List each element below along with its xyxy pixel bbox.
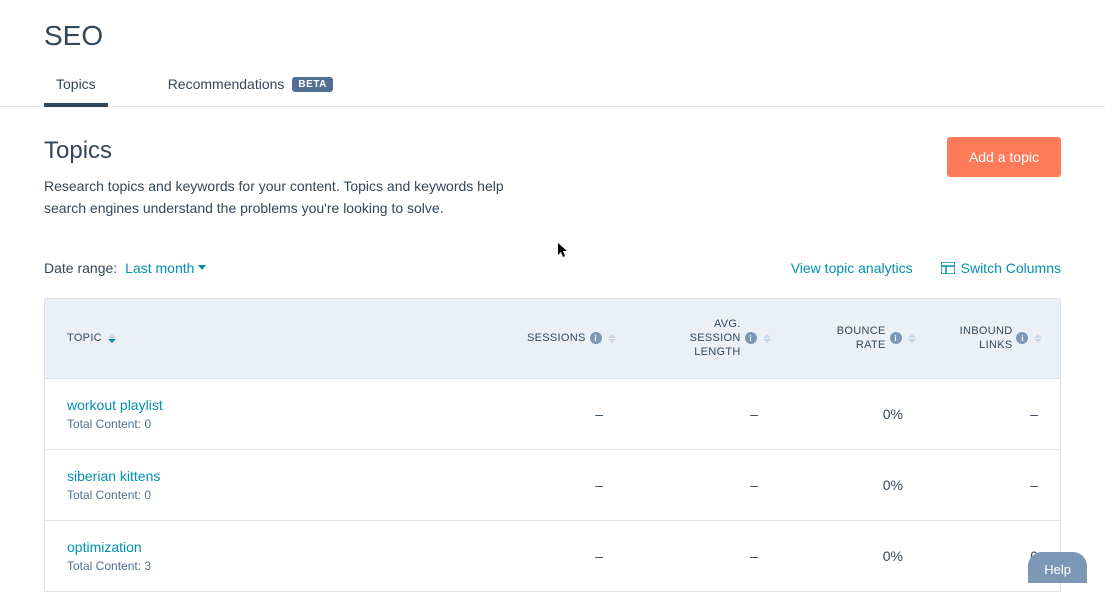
cell-sessions: – bbox=[505, 388, 625, 440]
sort-icon bbox=[908, 334, 916, 343]
date-range: Date range: Last month bbox=[44, 260, 206, 276]
tabs: Topics Recommendations BETA bbox=[0, 76, 1105, 107]
topic-link[interactable]: optimization bbox=[67, 539, 483, 555]
date-range-value: Last month bbox=[125, 260, 194, 276]
table-row: siberian kittens Total Content: 0 – – 0%… bbox=[45, 450, 1060, 521]
column-header-topic-label: TOPIC bbox=[67, 332, 102, 344]
column-header-bounce-rate-label: BOUNCE RATE bbox=[815, 324, 886, 353]
column-header-avg-session[interactable]: AVG. SESSION LENGTH i bbox=[638, 299, 793, 378]
column-header-sessions[interactable]: SESSIONS i bbox=[505, 299, 638, 378]
beta-badge: BETA bbox=[292, 77, 332, 92]
section-title: Topics bbox=[44, 137, 524, 165]
cell-inbound-links: – bbox=[925, 459, 1060, 511]
add-topic-button[interactable]: Add a topic bbox=[947, 137, 1061, 177]
tab-recommendations[interactable]: Recommendations BETA bbox=[156, 76, 345, 106]
cell-avg-session: – bbox=[625, 388, 780, 440]
switch-columns-button[interactable]: Switch Columns bbox=[941, 260, 1061, 276]
tab-topics[interactable]: Topics bbox=[44, 76, 108, 106]
cell-bounce-rate: 0% bbox=[780, 388, 925, 440]
column-header-inbound-links[interactable]: INBOUND LINKS i bbox=[938, 299, 1065, 378]
section-description: Research topics and keywords for your co… bbox=[44, 175, 524, 220]
tab-topics-label: Topics bbox=[56, 76, 96, 92]
column-header-avg-session-label: AVG. SESSION LENGTH bbox=[660, 317, 741, 360]
tab-recommendations-label: Recommendations bbox=[168, 76, 285, 92]
cell-inbound-links: – bbox=[925, 388, 1060, 440]
topic-link[interactable]: workout playlist bbox=[67, 397, 483, 413]
column-header-sessions-label: SESSIONS bbox=[527, 331, 586, 345]
sort-icon bbox=[1034, 334, 1042, 343]
sort-icon bbox=[608, 334, 616, 343]
table-header: TOPIC SESSIONS i AVG. SESSION LENGTH i bbox=[45, 299, 1060, 379]
columns-icon bbox=[941, 262, 955, 274]
help-button[interactable]: Help bbox=[1028, 552, 1087, 583]
column-header-topic[interactable]: TOPIC bbox=[45, 299, 505, 378]
sort-icon bbox=[763, 334, 771, 343]
topic-link[interactable]: siberian kittens bbox=[67, 468, 483, 484]
cell-sessions: – bbox=[505, 530, 625, 582]
table-row: optimization Total Content: 3 – – 0% 0 bbox=[45, 521, 1060, 591]
date-range-label: Date range: bbox=[44, 260, 117, 276]
column-header-inbound-links-label: INBOUND LINKS bbox=[960, 324, 1013, 353]
view-analytics-link[interactable]: View topic analytics bbox=[791, 260, 913, 276]
topic-content-count: Total Content: 3 bbox=[67, 559, 483, 573]
switch-columns-label: Switch Columns bbox=[961, 260, 1061, 276]
topic-content-count: Total Content: 0 bbox=[67, 488, 483, 502]
cell-avg-session: – bbox=[625, 459, 780, 511]
topics-table: TOPIC SESSIONS i AVG. SESSION LENGTH i bbox=[44, 298, 1061, 592]
topic-content-count: Total Content: 0 bbox=[67, 417, 483, 431]
cell-avg-session: – bbox=[625, 530, 780, 582]
info-icon: i bbox=[590, 332, 602, 344]
cell-sessions: – bbox=[505, 459, 625, 511]
info-icon: i bbox=[745, 332, 757, 344]
date-range-selector[interactable]: Last month bbox=[125, 260, 206, 276]
page-title: SEO bbox=[44, 20, 1061, 52]
cell-bounce-rate: 0% bbox=[780, 530, 925, 582]
table-row: workout playlist Total Content: 0 – – 0%… bbox=[45, 379, 1060, 450]
info-icon: i bbox=[1016, 332, 1028, 344]
cell-bounce-rate: 0% bbox=[780, 459, 925, 511]
caret-down-icon bbox=[198, 265, 206, 270]
column-header-bounce-rate[interactable]: BOUNCE RATE i bbox=[793, 299, 938, 378]
info-icon: i bbox=[890, 332, 902, 344]
sort-icon bbox=[108, 334, 116, 343]
